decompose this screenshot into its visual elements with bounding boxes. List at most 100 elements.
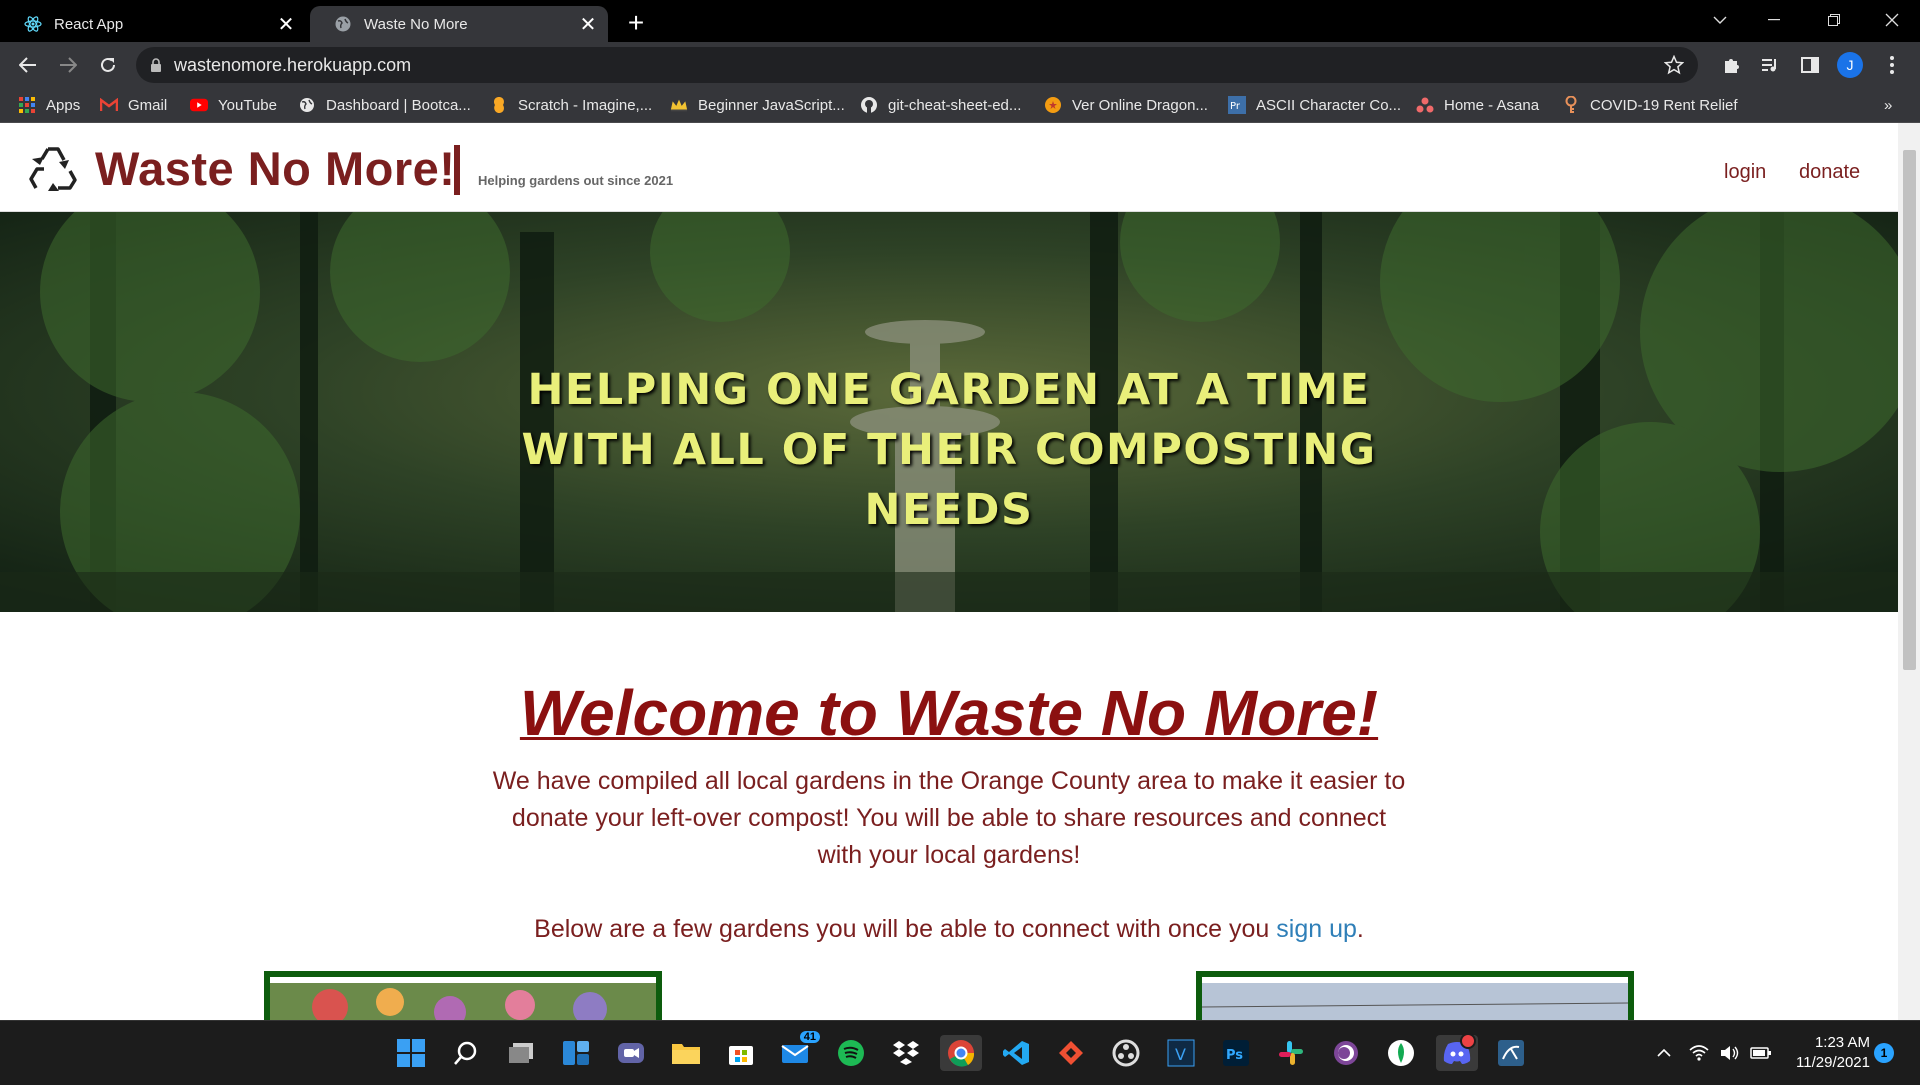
url-text: wastenomore.herokuapp.com [174,54,412,75]
recycle-logo-icon [29,147,77,191]
intro-paragraph: We have compiled all local gardens in th… [492,767,1406,869]
mail-icon[interactable]: 41 [778,1031,820,1071]
reload-button[interactable] [92,49,124,81]
tab-react-app[interactable]: React App ✕ [0,6,306,42]
bookmark-asana[interactable]: Home - Asana [1416,94,1539,116]
sign-up-link[interactable]: sign up [1276,915,1357,943]
mysql-workbench-icon[interactable] [1493,1035,1529,1071]
slack-icon[interactable] [1273,1035,1309,1071]
clock-time: 1:23 AM [1814,1034,1870,1051]
teams-chat-icon[interactable] [613,1035,649,1071]
side-panel-icon[interactable] [1796,51,1824,79]
start-windows-icon[interactable] [393,1035,429,1071]
svg-text:Pr: Pr [1230,101,1241,112]
svg-text:V: V [1175,1045,1186,1064]
bookmark-dashboard[interactable]: Dashboard | Bootca... [298,94,471,116]
discord-notification-dot [1460,1033,1476,1049]
minimize-button[interactable] [1746,0,1802,40]
bookmark-star-icon[interactable] [1663,54,1685,80]
search-icon[interactable] [448,1035,484,1071]
tor-browser-icon[interactable] [1328,1035,1364,1071]
system-clock[interactable]: 1:23 AM 11/29/2021 [1780,1033,1870,1073]
battery-icon[interactable] [1748,1043,1774,1063]
back-button[interactable] [12,49,44,81]
bookmark-covid-rent-relief[interactable]: COVID-19 Rent Relief [1562,94,1738,116]
bookmark-label: Apps [46,96,81,114]
garden-card[interactable] [264,971,662,1020]
globe-icon [298,96,316,114]
show-hidden-icons[interactable] [1652,1043,1676,1063]
bookmarks-overflow-icon[interactable]: » [1884,94,1892,116]
gmail-icon [100,96,118,114]
donate-link[interactable]: donate [1799,161,1860,184]
extensions-puzzle-icon[interactable] [1718,51,1746,79]
tab-search-icon[interactable] [1692,0,1748,40]
clock-date: 11/29/2021 [1796,1054,1870,1071]
obs-icon[interactable] [1108,1035,1144,1071]
tab-waste-no-more[interactable]: Waste No More ✕ [310,6,608,42]
address-bar[interactable]: wastenomore.herokuapp.com [136,47,1698,83]
bookmark-scratch[interactable]: Scratch - Imagine,... [490,94,652,116]
bookmark-label: Scratch - Imagine,... [518,96,653,114]
menu-kebab-icon[interactable] [1878,51,1906,79]
file-explorer-icon[interactable] [668,1035,704,1071]
close-tab-icon[interactable]: ✕ [272,10,300,38]
media-queue-icon[interactable] [1756,51,1784,79]
task-view-icon[interactable] [503,1035,539,1071]
bookmark-youtube[interactable]: YouTube [190,94,277,116]
apps-grid-icon [18,96,36,114]
volume-icon[interactable] [1716,1043,1742,1063]
git-kraken-icon[interactable] [1053,1035,1089,1071]
login-link[interactable]: login [1724,161,1766,184]
key-icon [1562,96,1580,114]
gardens-intro: Below are a few gardens you will be able… [0,915,1898,944]
crown-icon [670,96,688,114]
bookmark-label: git-cheat-sheet-ed... [888,96,1022,114]
restore-button[interactable] [1806,0,1862,40]
web-page: Waste No More! Helping gardens out since… [0,123,1898,1020]
discord-icon[interactable] [1436,1033,1478,1071]
notification-count-badge[interactable]: 1 [1874,1043,1894,1063]
mail-badge: 41 [799,1031,820,1043]
scrollbar-thumb[interactable] [1903,150,1916,670]
bookmark-label: YouTube [218,96,277,114]
chrome-icon[interactable] [940,1035,982,1071]
garden-sky-image [1202,977,1628,1020]
site-brand[interactable]: Waste No More! [95,141,455,196]
mongodb-compass-icon[interactable] [1383,1035,1419,1071]
profile-initial: J [1837,52,1863,78]
dropbox-icon[interactable] [888,1035,924,1071]
bookmark-gmail[interactable]: Gmail [100,94,167,116]
wifi-icon[interactable] [1686,1043,1712,1063]
bookmark-label: Gmail [128,96,168,114]
globe-icon [334,15,352,33]
bookmark-label: Beginner JavaScript... [698,96,845,114]
garden-card[interactable] [1196,971,1634,1020]
bookmark-label: ASCII Character Co... [1256,96,1402,114]
youtube-icon [190,96,208,114]
store-icon[interactable] [723,1035,759,1071]
widgets-icon[interactable] [558,1035,594,1071]
bookmarks-bar: Apps Gmail YouTube Dashboard | Bootca...… [0,88,1920,123]
vim-icon[interactable]: V [1163,1035,1199,1071]
scratch-icon [490,96,508,114]
bookmark-javascript[interactable]: Beginner JavaScript... [670,94,845,116]
new-tab-button[interactable]: + [620,8,652,40]
gardens-intro-period: . [1356,915,1364,943]
react-icon [24,15,42,33]
hero-banner: HELPING ONE GARDEN AT A TIME WITH ALL OF… [0,212,1898,612]
bookmark-git-cheat-sheet[interactable]: git-cheat-sheet-ed... [860,94,1021,116]
forward-button[interactable] [52,49,84,81]
photoshop-icon[interactable]: Ps [1218,1035,1254,1071]
close-window-button[interactable] [1864,0,1920,40]
bookmark-dragon[interactable]: Ver Online Dragon... [1044,94,1208,116]
bookmark-apps[interactable]: Apps [18,94,80,116]
profile-avatar[interactable]: J [1836,51,1864,79]
spotify-icon[interactable] [833,1035,869,1071]
vscode-icon[interactable] [998,1035,1034,1071]
tab-title: Waste No More [364,15,468,33]
welcome-heading: Welcome to Waste No More! [519,677,1379,749]
bookmark-ascii[interactable]: Pr ASCII Character Co... [1228,94,1401,116]
close-tab-icon[interactable]: ✕ [574,10,602,38]
hero-headline: HELPING ONE GARDEN AT A TIME WITH ALL OF… [521,365,1377,535]
